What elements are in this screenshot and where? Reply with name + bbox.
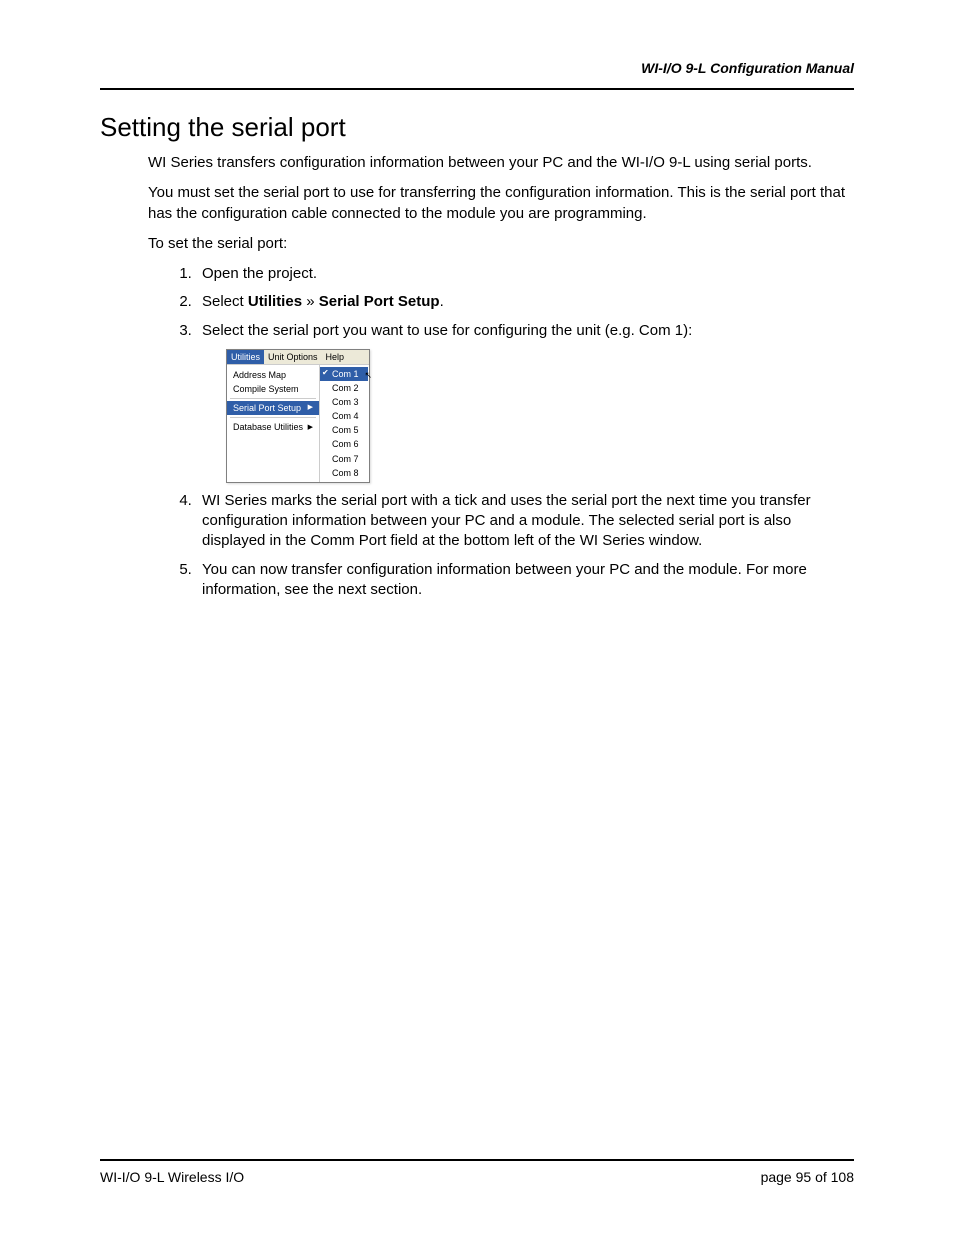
footer: WI-I/O 9-L Wireless I/O page 95 of 108 [100, 1159, 854, 1185]
body-paragraph-3: To set the serial port: [148, 234, 854, 254]
menu-separator [230, 398, 316, 399]
menu-item-com-5[interactable]: Com 5 [320, 423, 368, 437]
utilities-submenu: Address Map Compile System Serial Port S… [227, 365, 320, 482]
submenu-arrow-icon: ▶ [308, 403, 313, 412]
step-3-text: Select the serial port you want to use f… [202, 322, 692, 339]
footer-right: page 95 of 108 [761, 1169, 854, 1185]
step-4: WI Series marks the serial port with a t… [196, 491, 854, 552]
menu-separator [230, 417, 316, 418]
menu-screenshot: Utilities Unit Options Help Address Map … [226, 349, 370, 483]
menu-item-com-2[interactable]: Com 2 [320, 381, 368, 395]
steps-list: Open the project. Select Utilities » Ser… [148, 264, 854, 600]
checkmark-icon: ✔ [322, 368, 329, 379]
step-2: Select Utilities » Serial Port Setup. [196, 292, 854, 312]
menu-utilities[interactable]: Utilities [227, 350, 264, 364]
step-2-mid: » [302, 293, 319, 310]
menu-item-com-1[interactable]: ✔ Com 1 ↖ [320, 367, 368, 381]
menu-item-database-utilities[interactable]: Database Utilities ▶ [227, 420, 319, 434]
dropdown: Address Map Compile System Serial Port S… [227, 365, 369, 482]
submenu-arrow-icon: ▶ [308, 423, 313, 432]
menu-item-com-3[interactable]: Com 3 [320, 395, 368, 409]
menu-item-com-7[interactable]: Com 7 [320, 452, 368, 466]
menu-item-com-4[interactable]: Com 4 [320, 409, 368, 423]
menu-help[interactable]: Help [322, 350, 349, 364]
header-rule [100, 88, 854, 90]
footer-rule [100, 1159, 854, 1161]
cursor-icon: ↖ [364, 369, 372, 381]
menu-item-address-map[interactable]: Address Map [227, 368, 319, 382]
step-2-post: . [440, 293, 444, 310]
body-paragraph-2: You must set the serial port to use for … [148, 183, 854, 224]
menu-item-serial-port-setup[interactable]: Serial Port Setup ▶ [227, 401, 319, 415]
step-1: Open the project. [196, 264, 854, 284]
step-3: Select the serial port you want to use f… [196, 321, 854, 483]
step-5: You can now transfer configuration infor… [196, 560, 854, 601]
header-title: WI-I/O 9-L Configuration Manual [100, 60, 854, 76]
section-title: Setting the serial port [100, 112, 854, 143]
step-2-bold-1: Utilities [248, 293, 302, 310]
menu-unit-options[interactable]: Unit Options [264, 350, 322, 364]
step-2-bold-2: Serial Port Setup [319, 293, 440, 310]
menu-item-com-6[interactable]: Com 6 [320, 437, 368, 451]
menu-item-compile-system[interactable]: Compile System [227, 382, 319, 396]
menubar: Utilities Unit Options Help [227, 350, 369, 365]
step-2-pre: Select [202, 293, 248, 310]
body-paragraph-1: WI Series transfers configuration inform… [148, 153, 854, 173]
menu-item-com-8[interactable]: Com 8 [320, 466, 368, 480]
footer-left: WI-I/O 9-L Wireless I/O [100, 1169, 244, 1185]
com-port-submenu: ✔ Com 1 ↖ Com 2 Com 3 Com 4 Com 5 Com 6 … [320, 365, 368, 482]
